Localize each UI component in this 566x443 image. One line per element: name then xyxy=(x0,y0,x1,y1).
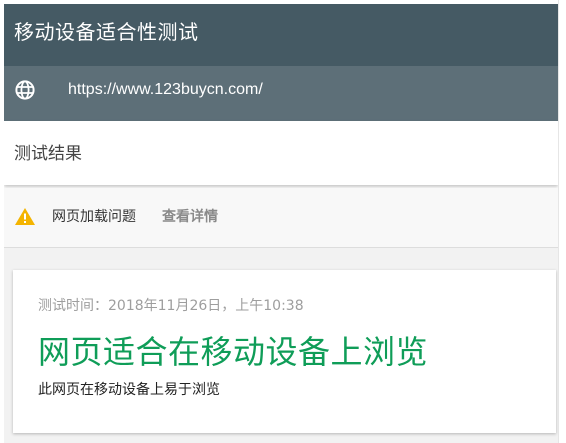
test-time: 测试时间：2018年11月26日，上午10:38 xyxy=(38,298,304,314)
results-title: 测试结果 xyxy=(14,144,82,164)
warning-icon xyxy=(15,208,35,225)
results-header xyxy=(4,121,558,185)
globe-icon xyxy=(15,80,35,100)
tested-url[interactable]: https://www.123buycn.com/ xyxy=(68,79,263,101)
result-heading: 网页适合在移动设备上浏览 xyxy=(38,333,429,371)
view-details-link[interactable]: 查看详情 xyxy=(162,207,218,227)
issue-label: 网页加载问题 xyxy=(52,209,136,225)
result-description: 此网页在移动设备上易于浏览 xyxy=(38,382,220,398)
window-frame: 移动设备适合性测试 https://www.123buycn.com/ 测试结果… xyxy=(0,0,566,443)
page-title: 移动设备适合性测试 xyxy=(14,20,199,44)
mobile-friendly-test-page: 移动设备适合性测试 https://www.123buycn.com/ 测试结果… xyxy=(4,4,558,443)
right-edge xyxy=(558,0,566,443)
